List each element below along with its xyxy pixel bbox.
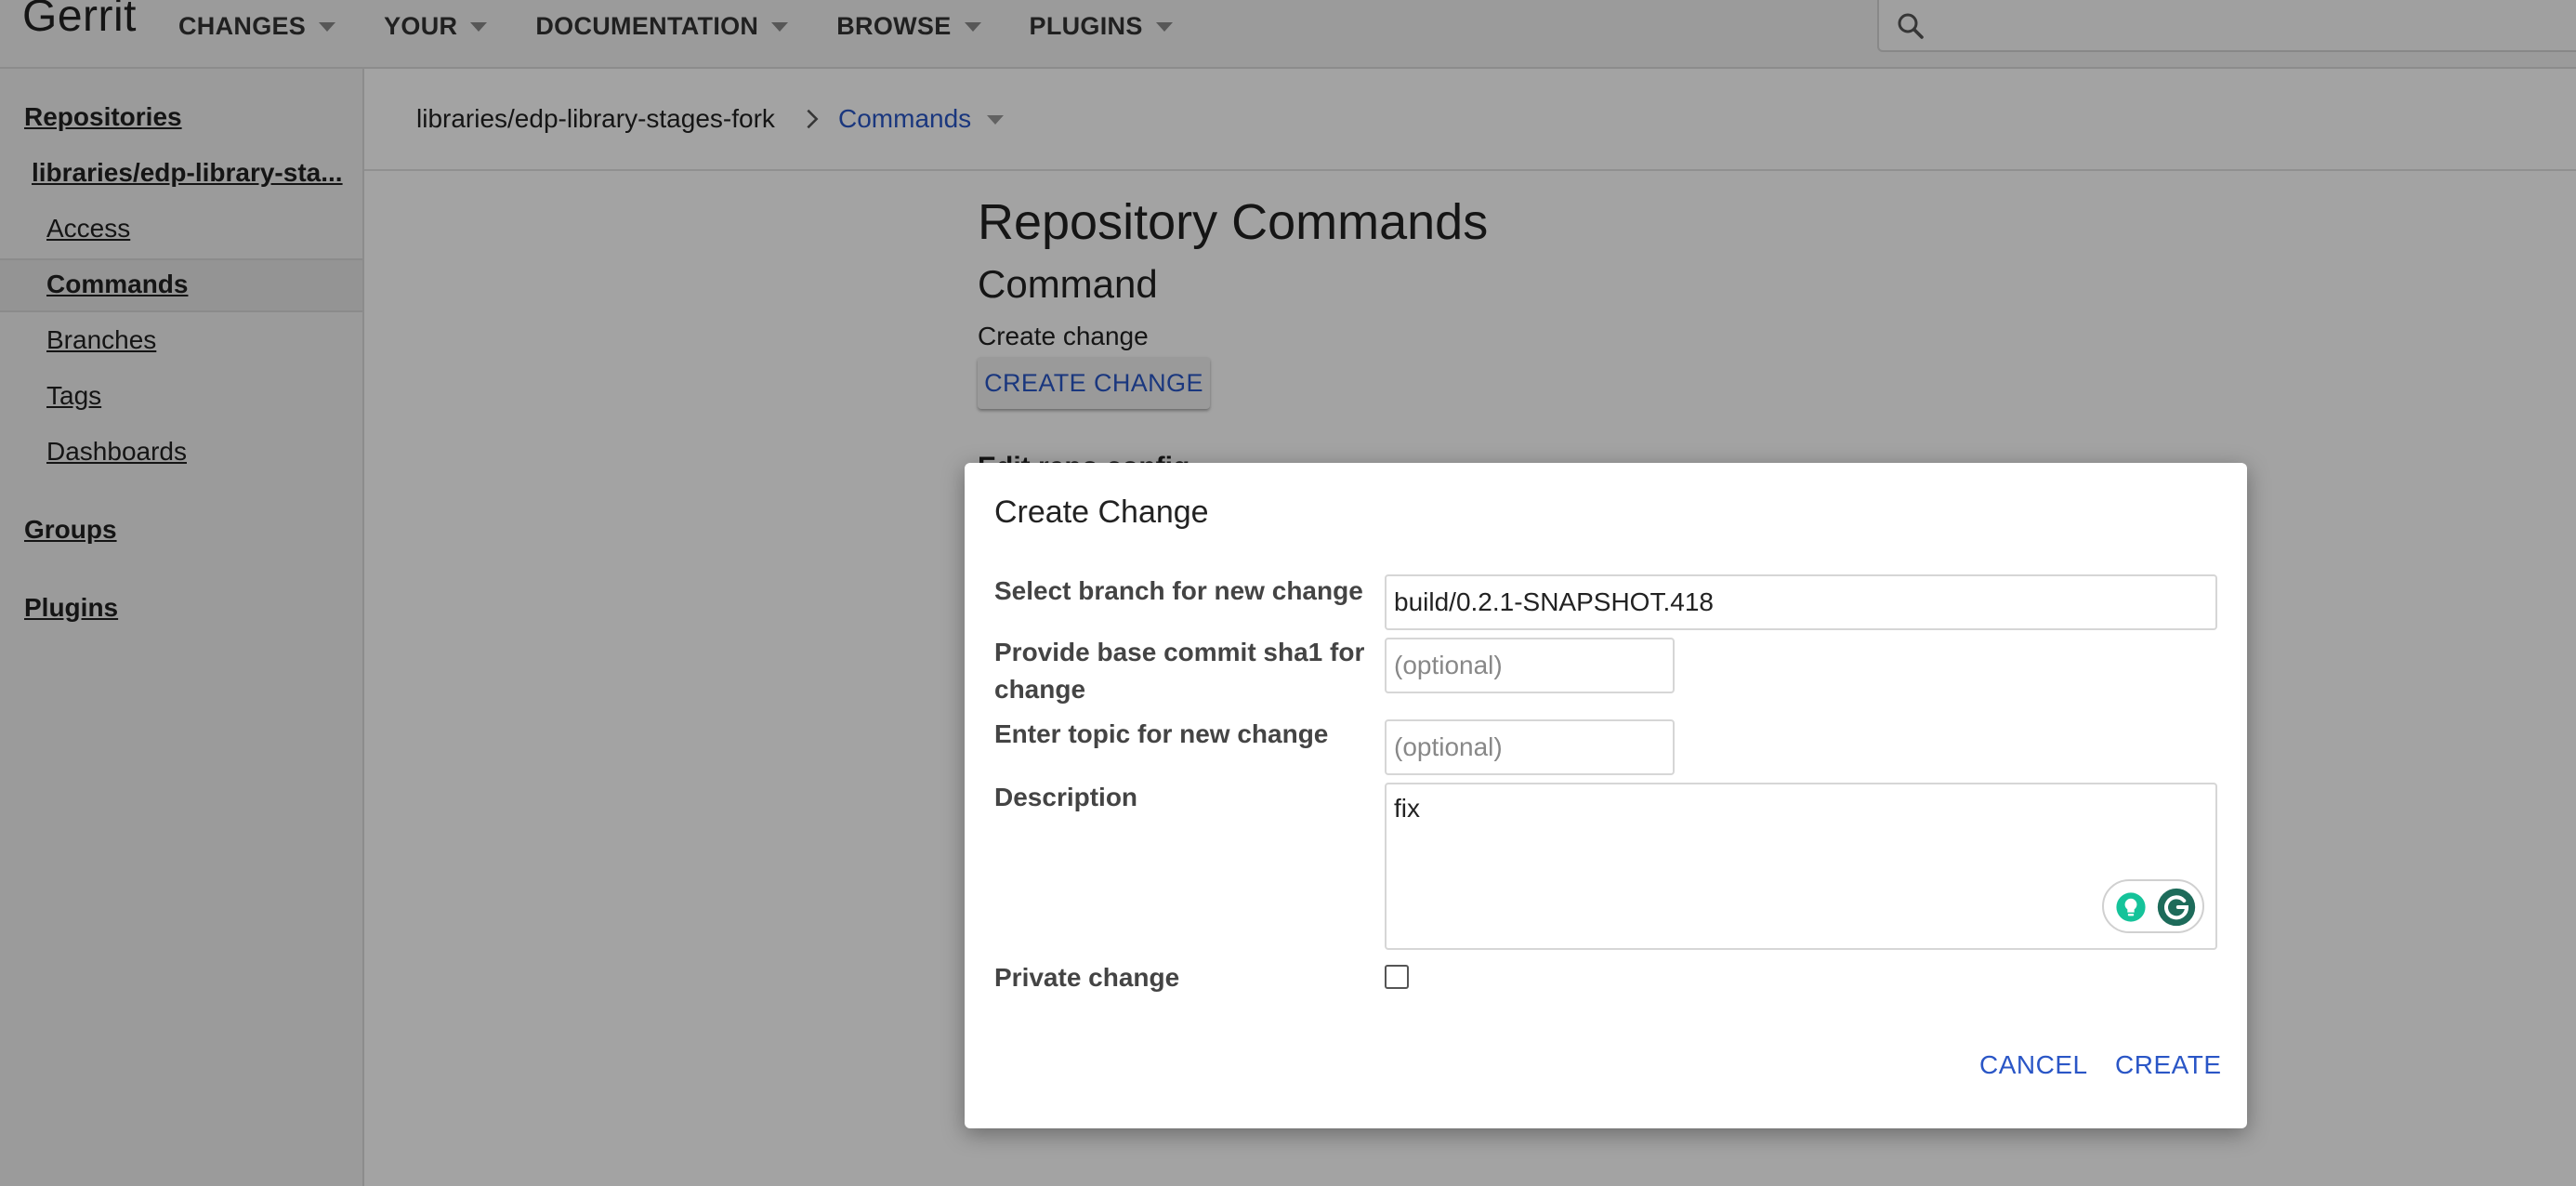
topic-label: Enter topic for new change	[994, 719, 1329, 748]
description-textarea[interactable]: fix	[1385, 783, 2217, 950]
description-value: fix	[1394, 794, 1420, 823]
base-commit-input[interactable]	[1385, 638, 1675, 693]
private-change-label: Private change	[994, 963, 1180, 992]
private-change-checkbox[interactable]	[1385, 965, 1409, 989]
grammarly-widget[interactable]	[2102, 879, 2204, 933]
create-button[interactable]: CREATE	[2115, 1050, 2222, 1080]
create-change-dialog: Create Change Select branch for new chan…	[965, 463, 2247, 1128]
description-label: Description	[994, 783, 1138, 811]
lightbulb-icon[interactable]	[2115, 891, 2147, 923]
gerrit-page: Gerrit CHANGES YOUR DOCUMENTATION BROWSE…	[0, 0, 2576, 1186]
topic-input[interactable]	[1385, 719, 1675, 775]
base-commit-label: Provide base commit sha1 for change	[994, 638, 1365, 704]
branch-label: Select branch for new change	[994, 576, 1363, 605]
cancel-button[interactable]: CANCEL	[1979, 1050, 2088, 1080]
grammarly-icon[interactable]	[2156, 887, 2197, 928]
branch-input[interactable]	[1385, 574, 2217, 630]
dialog-title: Create Change	[994, 494, 1209, 530]
